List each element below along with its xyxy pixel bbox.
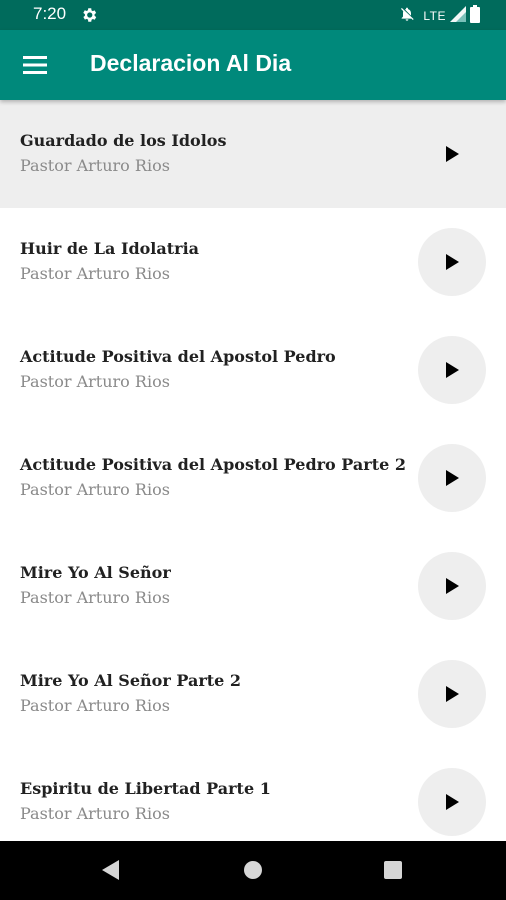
list-item[interactable]: Mire Yo Al Señor Parte 2 Pastor Arturo R…	[0, 640, 506, 748]
back-icon[interactable]	[100, 859, 120, 885]
play-button[interactable]	[418, 552, 486, 620]
sermon-author: Pastor Arturo Rios	[20, 156, 170, 175]
status-bar: 7:20 LTE	[0, 0, 506, 30]
sermon-author: Pastor Arturo Rios	[20, 588, 170, 607]
sermon-title: Mire Yo Al Señor	[20, 563, 171, 582]
list-item[interactable]: Huir de La Idolatria Pastor Arturo Rios	[0, 208, 506, 316]
sermon-author: Pastor Arturo Rios	[20, 372, 170, 391]
list-item[interactable]: Guardado de los Idolos Pastor Arturo Rio…	[0, 100, 506, 208]
play-icon	[446, 470, 459, 486]
sermon-title: Huir de La Idolatria	[20, 239, 200, 258]
play-icon	[446, 254, 459, 270]
sermon-title: Actitude Positiva del Apostol Pedro	[20, 347, 336, 366]
sermon-author: Pastor Arturo Rios	[20, 264, 170, 283]
signal-icon	[450, 6, 466, 26]
play-icon	[446, 794, 459, 810]
play-button[interactable]	[418, 444, 486, 512]
play-button[interactable]	[418, 768, 486, 836]
status-time: 7:20	[33, 4, 67, 23]
recents-icon[interactable]	[384, 861, 402, 879]
list-item[interactable]: Actitude Positiva del Apostol Pedro Part…	[0, 424, 506, 532]
battery-icon	[470, 5, 480, 27]
sermon-title: Mire Yo Al Señor Parte 2	[20, 671, 242, 690]
hamburger-menu-icon[interactable]	[14, 44, 56, 86]
play-button[interactable]	[418, 336, 486, 404]
sermon-title: Actitude Positiva del Apostol Pedro Part…	[20, 455, 406, 474]
app-title: Declaracion Al Dia	[90, 50, 292, 76]
play-icon	[446, 578, 459, 594]
navigation-bar	[0, 841, 506, 900]
play-button[interactable]	[418, 120, 486, 188]
sermon-title: Espiritu de Libertad Parte 1	[20, 779, 271, 798]
sermon-list[interactable]: Guardado de los Idolos Pastor Arturo Rio…	[0, 100, 506, 841]
list-item[interactable]: Actitude Positiva del Apostol Pedro Past…	[0, 316, 506, 424]
play-button[interactable]	[418, 660, 486, 728]
home-icon[interactable]	[244, 861, 262, 879]
play-icon	[446, 362, 459, 378]
settings-icon	[80, 6, 98, 24]
play-icon	[446, 146, 459, 162]
list-item[interactable]: Espiritu de Libertad Parte 1 Pastor Artu…	[0, 748, 506, 841]
app-bar: Declaracion Al Dia	[0, 30, 506, 100]
play-icon	[446, 686, 459, 702]
sermon-author: Pastor Arturo Rios	[20, 804, 170, 823]
network-type: LTE	[423, 9, 446, 23]
notifications-off-icon	[399, 5, 415, 27]
sermon-author: Pastor Arturo Rios	[20, 480, 170, 499]
sermon-title: Guardado de los Idolos	[20, 131, 227, 150]
list-item[interactable]: Mire Yo Al Señor Pastor Arturo Rios	[0, 532, 506, 640]
sermon-author: Pastor Arturo Rios	[20, 696, 170, 715]
play-button[interactable]	[418, 228, 486, 296]
